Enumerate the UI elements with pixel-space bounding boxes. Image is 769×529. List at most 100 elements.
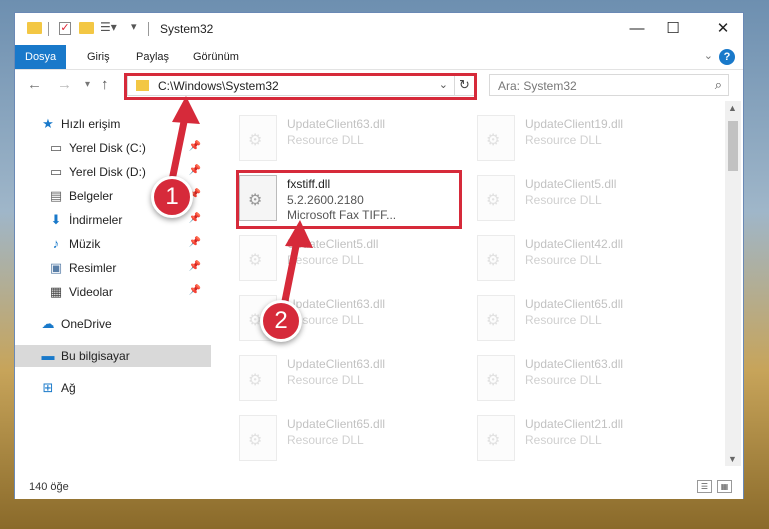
list-item[interactable]: ⚙ UpdateClient63.dll Resource DLL [477, 355, 697, 411]
gear-icon: ⚙ [486, 132, 501, 149]
customize-quick-access-icon[interactable]: ☰▾ [100, 20, 117, 34]
navigation-pane: ★ Hızlı erişim ▭ Yerel Disk (C:) 📌 ▭ Yer… [15, 101, 211, 466]
file-description: Resource DLL [525, 313, 602, 327]
list-item[interactable]: ⚙ UpdateClient21.dll Resource DLL [477, 415, 697, 471]
details-view-icon[interactable]: ☰ [697, 480, 712, 493]
sidebar-item-label: OneDrive [61, 317, 112, 331]
list-item[interactable]: ⚙ UpdateClient5.dll Resource DLL [239, 235, 459, 291]
forward-button[interactable]: → [57, 76, 72, 93]
file-name: UpdateClient5.dll [525, 177, 617, 191]
gear-icon: ⚙ [486, 192, 501, 209]
recent-locations-icon[interactable]: ▾ [85, 79, 90, 90]
file-name: UpdateClient21.dll [525, 417, 624, 431]
gear-icon: ⚙ [248, 432, 263, 449]
ribbon: Dosya Giriş Paylaş Görünüm ⌄ ? [15, 45, 743, 70]
pin-icon[interactable]: 📌 [189, 237, 201, 248]
file-description: Resource DLL [525, 193, 602, 207]
file-description: Resource DLL [287, 133, 364, 147]
list-item[interactable]: ⚙ UpdateClient63.dll Resource DLL [239, 355, 459, 411]
sidebar-item-label: Videolar [69, 285, 113, 299]
tab-view[interactable]: Görünüm [183, 45, 249, 69]
dll-file-icon: ⚙ [477, 115, 515, 161]
sidebar-item-label: Ağ [61, 381, 76, 395]
music-icon: ♪ [52, 236, 60, 251]
scroll-down-icon[interactable]: ▼ [728, 454, 737, 464]
dll-file-icon: ⚙ [239, 415, 277, 461]
list-item[interactable]: ⚙ UpdateClient42.dll Resource DLL [477, 235, 697, 291]
sidebar-item-label: Yerel Disk (C:) [69, 141, 146, 155]
file-list: ⚙ UpdateClient63.dll Resource DLL ⚙ fxst… [211, 101, 725, 466]
file-name: UpdateClient63.dll [525, 357, 624, 371]
help-icon[interactable]: ? [719, 49, 735, 65]
list-item[interactable]: ⚙ UpdateClient19.dll Resource DLL [477, 115, 697, 171]
pin-icon[interactable]: 📌 [189, 141, 201, 152]
sidebar-item-label: İndirmeler [69, 213, 123, 227]
gear-icon: ⚙ [248, 132, 263, 149]
cloud-icon: ☁ [41, 316, 55, 331]
gear-icon: ⚙ [486, 432, 501, 449]
sidebar-item-disk-c[interactable]: ▭ Yerel Disk (C:) 📌 [15, 137, 211, 159]
close-button[interactable]: ✕ [705, 17, 741, 41]
drive-icon: ▭ [49, 140, 63, 155]
address-highlight-box [124, 73, 477, 100]
sidebar-item-label: Müzik [69, 237, 101, 251]
file-name: UpdateClient65.dll [287, 417, 386, 431]
sidebar-item-onedrive[interactable]: ☁ OneDrive [15, 313, 211, 335]
step-1-badge: 1 [151, 176, 193, 218]
sidebar-item-network[interactable]: ⊞ Ağ [15, 377, 211, 399]
pin-icon[interactable]: 📌 [189, 213, 201, 224]
minimize-button[interactable]: — [619, 17, 655, 41]
drive-icon: ▭ [49, 164, 63, 179]
search-input[interactable]: Ara: System32 ⌕ [489, 74, 729, 96]
dll-file-icon: ⚙ [239, 235, 277, 281]
dropdown-icon[interactable]: ▾ [131, 20, 137, 33]
properties-icon[interactable]: ✓ [59, 22, 71, 35]
list-item[interactable]: ⚙ UpdateClient65.dll Resource DLL [239, 415, 459, 471]
maximize-button[interactable]: ☐ [655, 17, 691, 41]
dll-file-icon: ⚙ [477, 175, 515, 221]
file-description: Resource DLL [287, 253, 364, 267]
file-name: UpdateClient63.dll [287, 117, 386, 131]
tab-file[interactable]: Dosya [15, 45, 67, 69]
gear-icon: ⚙ [248, 372, 263, 389]
pin-icon[interactable]: 📌 [189, 285, 201, 296]
file-name: UpdateClient19.dll [525, 117, 624, 131]
list-item[interactable]: ⚙ UpdateClient5.dll Resource DLL [477, 175, 697, 231]
pin-icon[interactable]: 📌 [189, 165, 201, 176]
scroll-up-icon[interactable]: ▲ [728, 103, 737, 113]
file-description: Resource DLL [525, 433, 602, 447]
file-description: Resource DLL [525, 253, 602, 267]
file-name: UpdateClient42.dll [525, 237, 624, 251]
pictures-icon: ▣ [49, 260, 63, 275]
pin-icon[interactable]: 📌 [189, 261, 201, 272]
vertical-scrollbar[interactable]: ▲ ▼ [725, 101, 741, 466]
sidebar-item-music[interactable]: ♪ Müzik 📌 [15, 233, 211, 255]
sidebar-item-pictures[interactable]: ▣ Resimler 📌 [15, 257, 211, 279]
expand-ribbon-icon[interactable]: ⌄ [704, 49, 713, 62]
network-icon: ⊞ [42, 380, 54, 395]
dll-file-icon: ⚙ [477, 355, 515, 401]
back-button[interactable]: ← [27, 76, 42, 93]
folder-icon [27, 22, 42, 34]
list-item[interactable]: ⚙ UpdateClient63.dll Resource DLL [239, 115, 459, 171]
item-count: 140 öğe [29, 481, 69, 493]
list-item[interactable]: ⚙ UpdateClient65.dll Resource DLL [477, 295, 697, 351]
file-name: UpdateClient65.dll [525, 297, 624, 311]
tab-home[interactable]: Giriş [77, 45, 120, 69]
large-icons-view-icon[interactable]: ▦ [717, 480, 732, 493]
gear-icon: ⚙ [486, 372, 501, 389]
documents-icon: ▤ [49, 188, 63, 203]
tab-share[interactable]: Paylaş [126, 45, 179, 69]
sidebar-item-videos[interactable]: ▦ Videolar 📌 [15, 281, 211, 303]
divider [148, 22, 149, 36]
sidebar-item-this-pc[interactable]: ▬ Bu bilgisayar [15, 345, 211, 367]
new-folder-icon[interactable] [79, 22, 94, 34]
file-description: Resource DLL [287, 373, 364, 387]
up-button[interactable]: ↑ [101, 76, 109, 93]
scroll-thumb[interactable] [728, 121, 738, 171]
sidebar-item-quick-access[interactable]: ★ Hızlı erişim [15, 113, 211, 135]
dll-file-icon: ⚙ [239, 355, 277, 401]
divider [48, 22, 49, 36]
sidebar-item-label: Hızlı erişim [61, 117, 121, 131]
search-icon[interactable]: ⌕ [715, 77, 722, 93]
